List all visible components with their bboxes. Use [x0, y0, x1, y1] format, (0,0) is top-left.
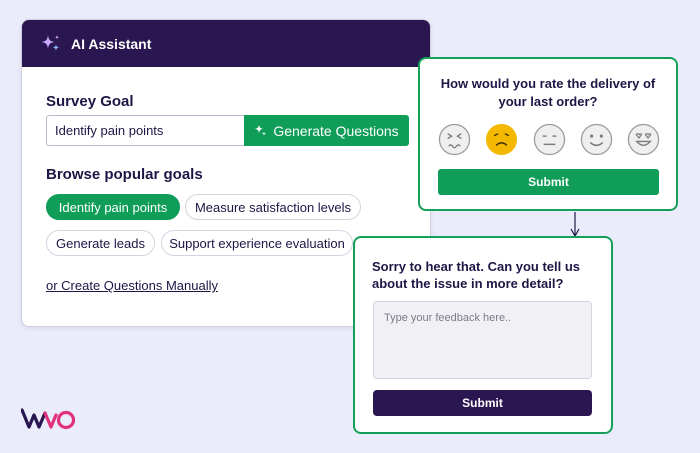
goal-input-row: Generate Questions: [46, 115, 409, 146]
ai-assistant-header: AI Assistant: [22, 20, 430, 67]
survey-goal-label: Survey Goal: [46, 93, 134, 110]
ai-assistant-title: AI Assistant: [71, 35, 152, 52]
generate-questions-label: Generate Questions: [273, 122, 399, 139]
goal-chip[interactable]: Support experience evaluation: [161, 230, 353, 256]
neutral-face-icon[interactable]: [533, 123, 566, 156]
survey-goal-input[interactable]: [46, 115, 244, 146]
very-happy-face-icon[interactable]: [627, 123, 660, 156]
rating-card: How would you rate the delivery of your …: [418, 57, 678, 211]
feedback-textarea[interactable]: [373, 301, 592, 379]
very-unhappy-face-icon[interactable]: [438, 123, 471, 156]
rating-question: How would you rate the delivery of your …: [440, 76, 656, 109]
feedback-card: Sorry to hear that. Can you tell us abou…: [353, 236, 613, 434]
sparkle-icon: [254, 124, 267, 136]
goal-chip[interactable]: Measure satisfaction levels: [185, 194, 361, 220]
vwo-logo: [21, 408, 76, 430]
rating-faces: [438, 123, 660, 157]
create-questions-manually-link[interactable]: or Create Questions Manually: [46, 278, 218, 293]
feedback-submit-button[interactable]: Submit: [373, 390, 592, 416]
rating-submit-button[interactable]: Submit: [438, 169, 659, 195]
ai-sparkle-icon: [41, 34, 60, 51]
goal-chip[interactable]: Generate leads: [46, 230, 155, 256]
goal-chip[interactable]: Identify pain points: [46, 194, 180, 220]
feedback-question: Sorry to hear that. Can you tell us abou…: [372, 259, 581, 291]
generate-questions-button[interactable]: Generate Questions: [244, 115, 409, 146]
unhappy-face-icon[interactable]: [485, 123, 518, 156]
happy-face-icon[interactable]: [580, 123, 613, 156]
browse-goals-label: Browse popular goals: [46, 166, 203, 183]
